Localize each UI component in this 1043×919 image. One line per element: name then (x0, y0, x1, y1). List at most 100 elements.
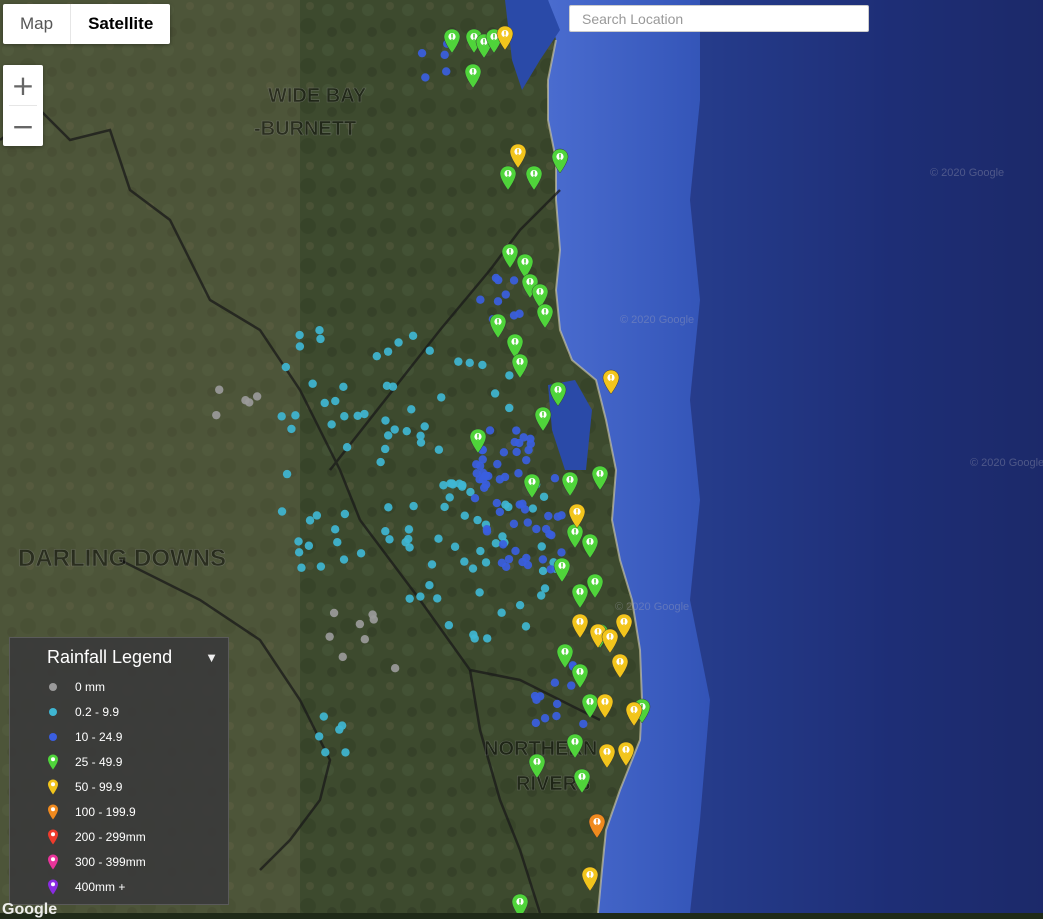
rainfall-dot-marker[interactable] (420, 422, 429, 431)
rainfall-dot-marker[interactable] (491, 273, 501, 283)
rainfall-dot-marker[interactable] (470, 494, 480, 503)
rainfall-dot-marker[interactable] (567, 681, 576, 690)
rainfall-dot-marker[interactable] (376, 457, 385, 467)
rainfall-dot-marker[interactable] (314, 732, 324, 741)
rainfall-dot-marker[interactable] (394, 338, 403, 347)
rainfall-dot-marker[interactable] (287, 424, 296, 434)
rainfall-dot-marker[interactable] (320, 398, 329, 408)
rainfall-dot-marker[interactable] (321, 748, 330, 757)
legend-header[interactable]: Rainfall Legend ▼ (10, 638, 228, 674)
rainfall-dot-marker[interactable] (536, 591, 546, 600)
rainfall-dot-marker[interactable] (476, 546, 485, 556)
rainfall-dot-marker[interactable] (509, 276, 519, 285)
rainfall-dot-marker[interactable] (304, 541, 314, 550)
rainfall-dot-marker[interactable] (552, 699, 562, 709)
rainfall-dot-marker[interactable] (252, 392, 262, 401)
rainfall-dot-marker[interactable] (473, 515, 482, 525)
rainfall-dot-marker[interactable] (493, 297, 503, 306)
rainfall-dot-marker[interactable] (475, 588, 484, 597)
rainfall-dot-marker[interactable] (338, 652, 347, 662)
rainfall-dot-marker[interactable] (390, 425, 399, 434)
rainfall-dot-marker[interactable] (518, 557, 527, 567)
rainfall-dot-marker[interactable] (512, 426, 521, 435)
rainfall-dot-marker[interactable] (407, 405, 416, 414)
rainfall-dot-marker[interactable] (557, 548, 566, 557)
rainfall-dot-marker[interactable] (505, 371, 514, 380)
rainfall-dot-marker[interactable] (552, 711, 561, 721)
rainfall-dot-marker[interactable] (480, 471, 490, 481)
rainfall-dot-marker[interactable] (557, 511, 566, 520)
rainfall-dot-marker[interactable] (515, 500, 524, 509)
rainfall-dot-marker[interactable] (315, 326, 324, 335)
rainfall-dot-marker[interactable] (472, 469, 481, 478)
rainfall-dot-marker[interactable] (340, 412, 349, 421)
rainfall-dot-marker[interactable] (448, 480, 458, 489)
rainfall-dot-marker[interactable] (337, 721, 347, 730)
rainfall-dot-marker[interactable] (277, 507, 287, 516)
rainfall-dot-marker[interactable] (501, 290, 510, 299)
rainfall-dot-marker[interactable] (440, 50, 449, 60)
rainfall-dot-marker[interactable] (497, 608, 506, 617)
rainfall-dot-marker[interactable] (402, 426, 411, 436)
rainfall-dot-marker[interactable] (434, 534, 443, 543)
rainfall-dot-marker[interactable] (404, 525, 414, 534)
rainfall-dot-marker[interactable] (308, 379, 317, 388)
rainfall-dot-marker[interactable] (416, 438, 426, 447)
map-type-map-button[interactable]: Map (3, 4, 70, 44)
rainfall-dot-marker[interactable] (481, 558, 491, 567)
rainfall-dot-marker[interactable] (416, 592, 425, 601)
rainfall-dot-marker[interactable] (329, 608, 339, 618)
rainfall-dot-marker[interactable] (316, 562, 326, 571)
rainfall-dot-marker[interactable] (483, 634, 492, 643)
rainfall-dot-marker[interactable] (295, 330, 304, 340)
rainfall-dot-marker[interactable] (281, 362, 291, 372)
rainfall-dot-marker[interactable] (511, 546, 520, 556)
rainfall-dot-marker[interactable] (550, 678, 560, 687)
rainfall-dot-marker[interactable] (405, 594, 414, 603)
rainfall-dot-marker[interactable] (409, 501, 418, 511)
rainfall-dot-marker[interactable] (381, 527, 390, 536)
rainfall-dot-marker[interactable] (282, 469, 292, 479)
rainfall-dot-marker[interactable] (491, 539, 501, 548)
rainfall-dot-marker[interactable] (475, 461, 485, 471)
rainfall-dot-marker[interactable] (504, 554, 514, 564)
rainfall-dot-marker[interactable] (355, 619, 365, 629)
rainfall-dot-marker[interactable] (495, 507, 505, 517)
rainfall-dot-marker[interactable] (408, 331, 418, 340)
rainfall-dot-marker[interactable] (544, 511, 553, 521)
rainfall-dot-marker[interactable] (331, 396, 340, 406)
rainfall-dot-marker[interactable] (515, 438, 524, 448)
rainfall-dot-marker[interactable] (327, 420, 336, 429)
rainfall-dot-marker[interactable] (524, 445, 533, 455)
rainfall-dot-marker[interactable] (497, 558, 507, 568)
rainfall-dot-marker[interactable] (312, 511, 322, 520)
rainfall-dot-marker[interactable] (325, 632, 334, 641)
rainfall-dot-marker[interactable] (505, 403, 514, 413)
rainfall-dot-marker[interactable] (339, 555, 349, 564)
rainfall-dot-marker[interactable] (550, 474, 560, 483)
rainfall-dot-marker[interactable] (401, 538, 410, 547)
rainfall-dot-marker[interactable] (339, 382, 348, 392)
rainfall-dot-marker[interactable] (417, 48, 427, 58)
rainfall-dot-marker[interactable] (514, 469, 523, 478)
rainfall-dot-marker[interactable] (509, 311, 519, 320)
rainfall-dot-marker[interactable] (521, 622, 531, 631)
rainfall-dot-marker[interactable] (341, 748, 350, 757)
rainfall-dot-marker[interactable] (360, 635, 370, 644)
rainfall-dot-marker[interactable] (538, 555, 548, 564)
rainfall-dot-marker[interactable] (460, 511, 469, 520)
rainfall-dot-marker[interactable] (385, 535, 394, 544)
rainfall-dot-marker[interactable] (427, 560, 437, 569)
rainfall-dot-marker[interactable] (381, 416, 390, 425)
rainfall-dot-marker[interactable] (509, 519, 519, 529)
rainfall-dot-marker[interactable] (342, 442, 352, 452)
rainfall-dot-marker[interactable] (515, 600, 525, 610)
rainfall-dot-marker[interactable] (390, 663, 400, 673)
rainfall-dot-marker[interactable] (425, 346, 434, 355)
rainfall-dot-marker[interactable] (498, 540, 508, 549)
rainfall-dot-marker[interactable] (470, 634, 479, 643)
rainfall-dot-marker[interactable] (294, 548, 304, 557)
rainfall-dot-marker[interactable] (532, 695, 541, 704)
rainfall-dot-marker[interactable] (295, 342, 305, 351)
rainfall-dot-marker[interactable] (340, 509, 350, 519)
